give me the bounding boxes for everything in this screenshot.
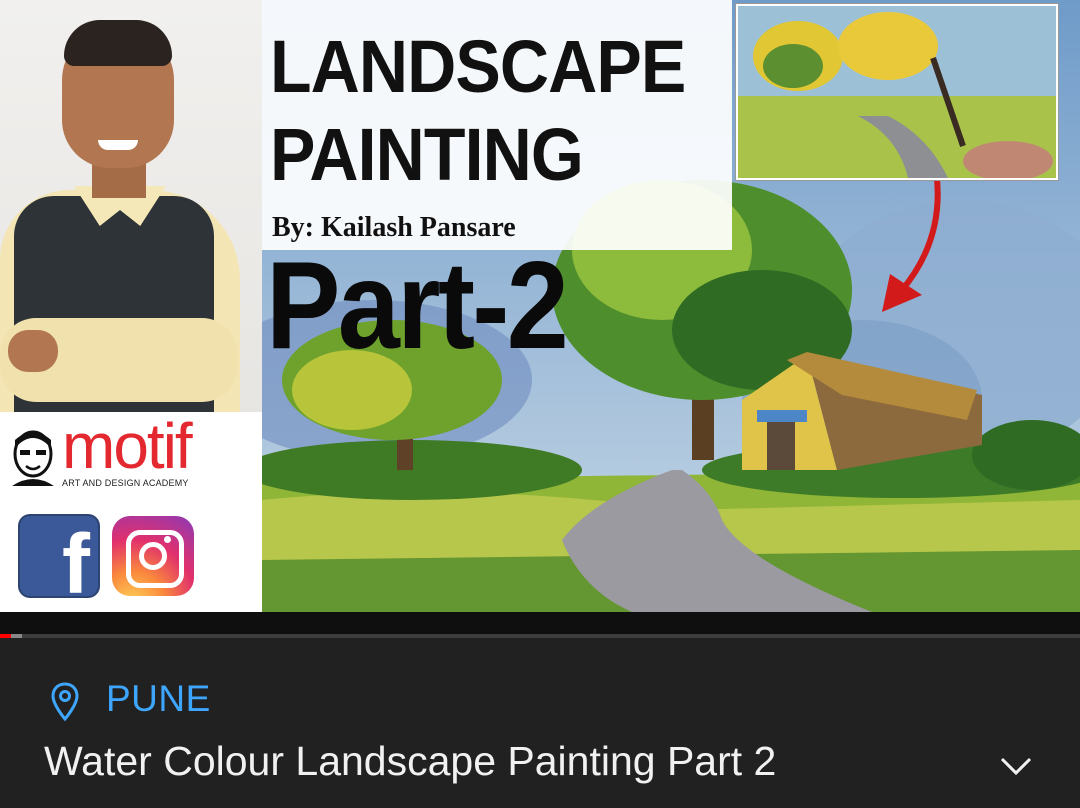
branding-panel: motif ART AND DESIGN ACADEMY f [0,412,262,612]
inset-painting-photo [736,4,1058,180]
thumbnail-title-line1: LANDSCAPE [270,25,686,108]
landscape-painting: LANDSCAPE PAINTING By: Kailash Pansare P… [262,0,1080,612]
logo-face-icon [12,430,54,486]
chevron-down-icon[interactable] [996,746,1036,786]
facebook-icon: f [20,516,98,596]
video-thumbnail[interactable]: motif ART AND DESIGN ACADEMY f LANDSCAPE… [0,0,1080,612]
instagram-icon [112,516,194,596]
location-link[interactable]: PUNE [106,678,211,720]
thumbnail-title-line2: PAINTING [270,113,584,196]
logo-subtitle: ART AND DESIGN ACADEMY [62,478,189,488]
logo-text: motif [62,410,193,482]
location-pin-icon [51,682,79,722]
player-bottom-bar [0,612,1080,634]
video-meta: PUNE Water Colour Landscape Painting Par… [0,638,1080,808]
thumbnail-part-label: Part-2 [266,237,569,375]
presenter-photo [0,0,262,420]
video-title[interactable]: Water Colour Landscape Painting Part 2 [44,738,776,785]
